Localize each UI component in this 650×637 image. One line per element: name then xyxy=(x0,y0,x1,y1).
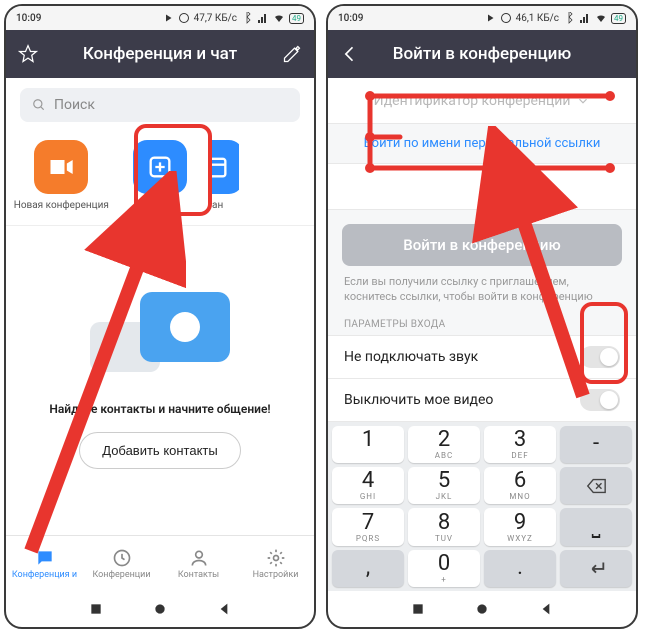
battery-icon: 49 xyxy=(611,13,626,24)
search-placeholder: Поиск xyxy=(54,97,95,113)
nav-bar xyxy=(328,591,636,627)
chat-illustration xyxy=(90,292,230,392)
hint-text: Если вы получили ссылку с приглашением, … xyxy=(328,274,636,315)
key-dash[interactable]: - xyxy=(560,426,632,463)
nav-recent-icon[interactable] xyxy=(88,601,104,617)
bluetooth-icon xyxy=(563,12,575,24)
name-input[interactable] xyxy=(328,164,636,210)
numeric-keypad: 1 2ABC 3DEF - 4GHI 5JKL 6MNO 7PQRS 8TUV … xyxy=(328,422,636,591)
play-icon xyxy=(484,12,496,24)
wifi-icon xyxy=(273,12,285,24)
phone-left: 10:09 47,7 КБ/с 49 Конференция и чат Пои… xyxy=(4,4,316,629)
contacts-icon xyxy=(189,548,209,568)
key-0[interactable]: 0+ xyxy=(408,550,480,587)
key-2[interactable]: 2ABC xyxy=(408,426,480,463)
page-title: Конференция и чат xyxy=(38,44,282,64)
key-7[interactable]: 7PQRS xyxy=(332,508,404,545)
tab-settings[interactable]: Настройки xyxy=(237,536,314,591)
key-6[interactable]: 6MNO xyxy=(484,467,556,504)
search-input[interactable]: Поиск xyxy=(20,88,300,122)
key-1[interactable]: 1 xyxy=(332,426,404,463)
key-9[interactable]: 9WXYZ xyxy=(484,508,556,545)
search-icon xyxy=(32,98,46,112)
plus-icon xyxy=(146,153,174,181)
battery-icon: 49 xyxy=(289,13,304,24)
key-space[interactable]: ⎵ xyxy=(560,508,632,545)
schedule-button[interactable]: Заплан xyxy=(209,140,239,211)
nav-back-icon[interactable] xyxy=(216,601,232,617)
backspace-icon xyxy=(585,475,607,497)
signal-icon xyxy=(257,12,269,24)
tab-contacts[interactable]: Контакты xyxy=(160,536,237,591)
key-5[interactable]: 5JKL xyxy=(408,467,480,504)
contacts-section: Найдите контакты и начните общение! Доба… xyxy=(6,226,314,535)
toggle-video[interactable]: Выключить мое видео xyxy=(328,378,636,422)
compose-icon[interactable] xyxy=(282,44,302,64)
calendar-icon xyxy=(209,153,230,181)
clock-icon xyxy=(112,548,132,568)
chevron-down-icon xyxy=(576,94,590,108)
actions-row: Новая конференция Войти Заплан xyxy=(6,132,314,226)
key-8[interactable]: 8TUV xyxy=(408,508,480,545)
gear-icon xyxy=(266,548,286,568)
login-by-link[interactable]: Войти по имени персональной ссылки xyxy=(328,124,636,164)
new-conference-button[interactable]: Новая конференция xyxy=(12,140,111,211)
contacts-text: Найдите контакты и начните общение! xyxy=(49,402,270,416)
wifi-icon xyxy=(595,12,607,24)
tab-conferences[interactable]: Конференции xyxy=(83,536,160,591)
signal-icon xyxy=(579,12,591,24)
key-3[interactable]: 3DEF xyxy=(484,426,556,463)
nav-home-icon[interactable] xyxy=(474,601,490,617)
chat-icon xyxy=(35,548,55,568)
video-icon xyxy=(47,153,75,181)
status-bar: 10:09 46,1 КБ/с 49 xyxy=(328,6,636,30)
key-dot[interactable]: , xyxy=(332,550,404,587)
join-conference-button[interactable]: Войти в конференцию xyxy=(342,224,622,266)
bluetooth-icon xyxy=(241,12,253,24)
key-4[interactable]: 4GHI xyxy=(332,467,404,504)
switch-audio[interactable] xyxy=(580,346,620,368)
browser-icon xyxy=(500,12,512,24)
star-icon[interactable] xyxy=(18,44,38,64)
phone-right: 10:09 46,1 КБ/с 49 Войти в конференцию И… xyxy=(326,4,638,629)
browser-icon xyxy=(178,12,190,24)
tab-conf-chat[interactable]: Конференция и xyxy=(6,536,83,591)
toggle-audio[interactable]: Не подключать звук xyxy=(328,335,636,379)
key-backspace[interactable] xyxy=(560,467,632,504)
status-net: 46,1 КБ/с xyxy=(516,13,559,24)
nav-recent-icon[interactable] xyxy=(410,601,426,617)
join-button[interactable]: Войти xyxy=(111,140,210,211)
key-enter[interactable] xyxy=(560,550,632,587)
status-time: 10:09 xyxy=(16,13,41,24)
nav-bar xyxy=(6,591,314,627)
header: Войти в конференцию xyxy=(328,30,636,78)
page-title: Войти в конференцию xyxy=(360,44,604,64)
switch-video[interactable] xyxy=(580,389,620,411)
status-time: 10:09 xyxy=(338,13,363,24)
key-period[interactable]: . xyxy=(484,550,556,587)
nav-back-icon[interactable] xyxy=(538,601,554,617)
status-net: 47,7 КБ/с xyxy=(194,13,237,24)
add-contacts-button[interactable]: Добавить контакты xyxy=(79,432,240,469)
section-header: ПАРАМЕТРЫ ВХОДА xyxy=(328,315,636,336)
header: Конференция и чат xyxy=(6,30,314,78)
tab-bar: Конференция и Конференции Контакты Настр… xyxy=(6,535,314,591)
status-bar: 10:09 47,7 КБ/с 49 xyxy=(6,6,314,30)
conference-id-input[interactable]: Идентификатор конференции xyxy=(328,78,636,124)
play-icon xyxy=(162,12,174,24)
nav-home-icon[interactable] xyxy=(152,601,168,617)
enter-icon xyxy=(585,557,607,579)
back-icon[interactable] xyxy=(340,44,360,64)
